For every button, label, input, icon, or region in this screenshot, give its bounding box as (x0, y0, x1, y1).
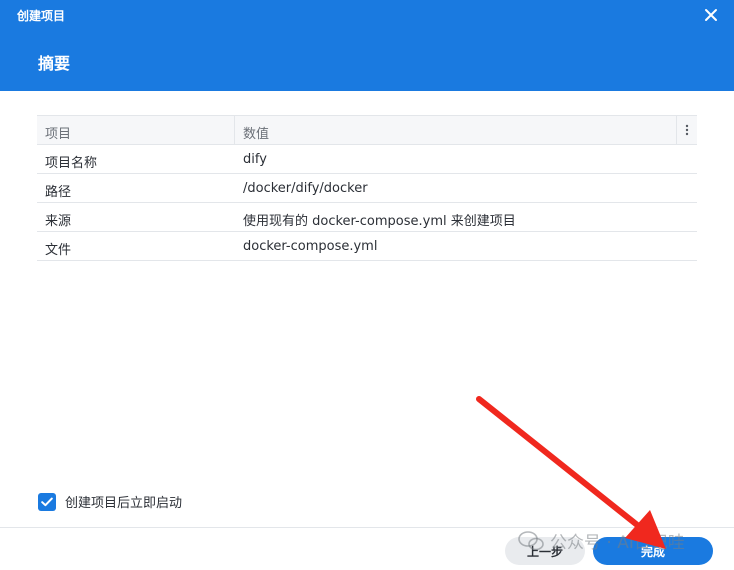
close-icon (705, 9, 717, 21)
table-row[interactable]: 来源 使用现有的 docker-compose.yml 来创建项目 (37, 203, 697, 232)
row-value: 使用现有的 docker-compose.yml 来创建项目 (243, 214, 516, 229)
row-value: docker-compose.yml (243, 239, 378, 254)
start-after-create-option[interactable]: 创建项目后立即启动 (38, 492, 182, 511)
row-key: 路径 (45, 185, 72, 200)
dialog-titlebar: 创建项目 (0, 0, 734, 30)
column-header-item[interactable]: 项目 (45, 123, 71, 142)
column-menu-button[interactable] (677, 116, 697, 144)
table-row[interactable]: 文件 docker-compose.yml (37, 232, 697, 261)
column-divider[interactable] (234, 116, 235, 144)
watermark: 公众号 · AI日记哇 (518, 528, 685, 553)
row-key: 文件 (45, 243, 72, 258)
table-row[interactable]: 路径 /docker/dify/docker (37, 174, 697, 203)
start-after-create-checkbox[interactable] (38, 492, 56, 511)
row-value: /docker/dify/docker (243, 181, 368, 196)
table-header: 项目 数值 (37, 116, 697, 145)
row-value: dify (243, 152, 267, 167)
checkmark-icon (41, 497, 53, 506)
vertical-dots-icon (685, 124, 689, 136)
dialog-title: 创建项目 (17, 9, 66, 23)
table-row[interactable]: 项目名称 dify (37, 145, 697, 174)
row-key: 来源 (45, 214, 72, 229)
column-header-value[interactable]: 数值 (243, 123, 269, 142)
step-title: 摘要 (38, 54, 71, 73)
summary-table: 项目 数值 项目名称 dify 路径 /docker/dify/docker 来… (37, 115, 697, 261)
step-header: 摘要 (0, 30, 734, 91)
row-key: 项目名称 (45, 156, 98, 171)
watermark-text: 公众号 · AI日记哇 (550, 533, 685, 553)
wechat-icon (518, 530, 544, 550)
start-after-create-label: 创建项目后立即启动 (65, 496, 183, 511)
close-button[interactable] (700, 4, 722, 26)
